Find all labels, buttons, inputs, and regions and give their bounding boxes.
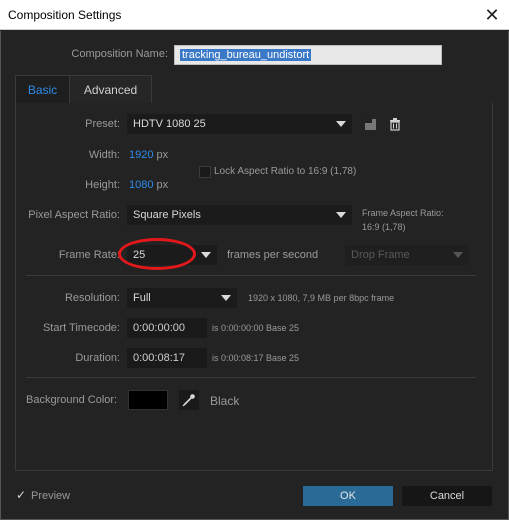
preview-label: Preview [31, 490, 71, 502]
lock-aspect-checkbox[interactable] [199, 166, 211, 178]
duration-input[interactable]: 0:00:08:17 [127, 348, 207, 368]
title-bar: Composition Settings ✕ [0, 0, 509, 30]
close-icon[interactable]: ✕ [480, 3, 504, 27]
duration-label: Duration: [75, 352, 120, 364]
start-timecode-value: 0:00:00:00 [133, 322, 185, 334]
chevron-down-icon [336, 121, 346, 127]
divider [26, 275, 476, 276]
width-unit: px [156, 149, 169, 161]
duration-info: is 0:00:08:17 Base 25 [212, 353, 300, 363]
composition-name-value: tracking_bureau_undistort [180, 49, 312, 61]
drop-frame-value: Drop Frame [351, 249, 410, 261]
background-color-swatch[interactable] [128, 390, 168, 410]
width-value: 1920 [129, 149, 154, 161]
trash-icon[interactable] [387, 116, 403, 132]
preset-dropdown[interactable]: HDTV 1080 25 [127, 114, 352, 134]
pixel-aspect-value: Square Pixels [133, 209, 201, 221]
chevron-down-icon [201, 252, 211, 258]
chevron-down-icon [221, 295, 231, 301]
background-color-label: Background Color: [26, 394, 118, 406]
drop-frame-dropdown[interactable]: Drop Frame [345, 245, 469, 265]
frame-aspect-value: 16:9 (1,78) [362, 222, 406, 232]
resolution-info: 1920 x 1080, 7,9 MB per 8bpc frame [248, 293, 395, 303]
width-label: Width: [88, 149, 120, 161]
pixel-aspect-label: Pixel Aspect Ratio: [28, 209, 120, 221]
start-timecode-info: is 0:00:00:00 Base 25 [212, 323, 300, 333]
chevron-down-icon [336, 212, 346, 218]
save-preset-icon[interactable] [363, 116, 379, 132]
chevron-down-icon [453, 252, 463, 258]
start-timecode-label: Start Timecode: [42, 322, 120, 334]
duration-value: 0:00:08:17 [133, 352, 185, 364]
preview-check-icon[interactable]: ✓ [16, 488, 26, 502]
background-color-name: Black [210, 394, 240, 408]
divider [26, 377, 476, 378]
tab-advanced[interactable]: Advanced [70, 75, 152, 103]
height-label: Height: [85, 179, 120, 191]
height-field[interactable]: 1080 px [129, 179, 168, 191]
frame-aspect-label: Frame Aspect Ratio: [362, 208, 444, 218]
eyedropper-icon[interactable] [179, 390, 199, 410]
tab-basic[interactable]: Basic [15, 75, 70, 103]
tab-basic-label: Basic [27, 83, 58, 97]
preset-label: Preset: [85, 118, 120, 130]
resolution-dropdown[interactable]: Full [127, 288, 237, 308]
height-unit: px [156, 179, 169, 191]
ok-button[interactable]: OK [303, 486, 393, 506]
window-title: Composition Settings [8, 8, 122, 22]
composition-name-label: Composition Name: [71, 48, 168, 60]
width-field[interactable]: 1920 px [129, 149, 168, 161]
start-timecode-input[interactable]: 0:00:00:00 [127, 318, 207, 338]
resolution-label: Resolution: [64, 292, 120, 304]
pixel-aspect-dropdown[interactable]: Square Pixels [127, 205, 352, 225]
cancel-button[interactable]: Cancel [402, 486, 492, 506]
lock-aspect-label: Lock Aspect Ratio to 16:9 (1,78) [214, 166, 357, 177]
annotation-circle [118, 238, 196, 270]
tab-advanced-label: Advanced [83, 83, 138, 97]
frame-rate-label: Frame Rate: [58, 249, 120, 261]
resolution-value: Full [133, 292, 151, 304]
frame-rate-unit: frames per second [227, 249, 319, 261]
composition-name-input[interactable]: tracking_bureau_undistort [174, 45, 442, 65]
preset-value: HDTV 1080 25 [133, 118, 206, 130]
height-value: 1080 [129, 179, 154, 191]
